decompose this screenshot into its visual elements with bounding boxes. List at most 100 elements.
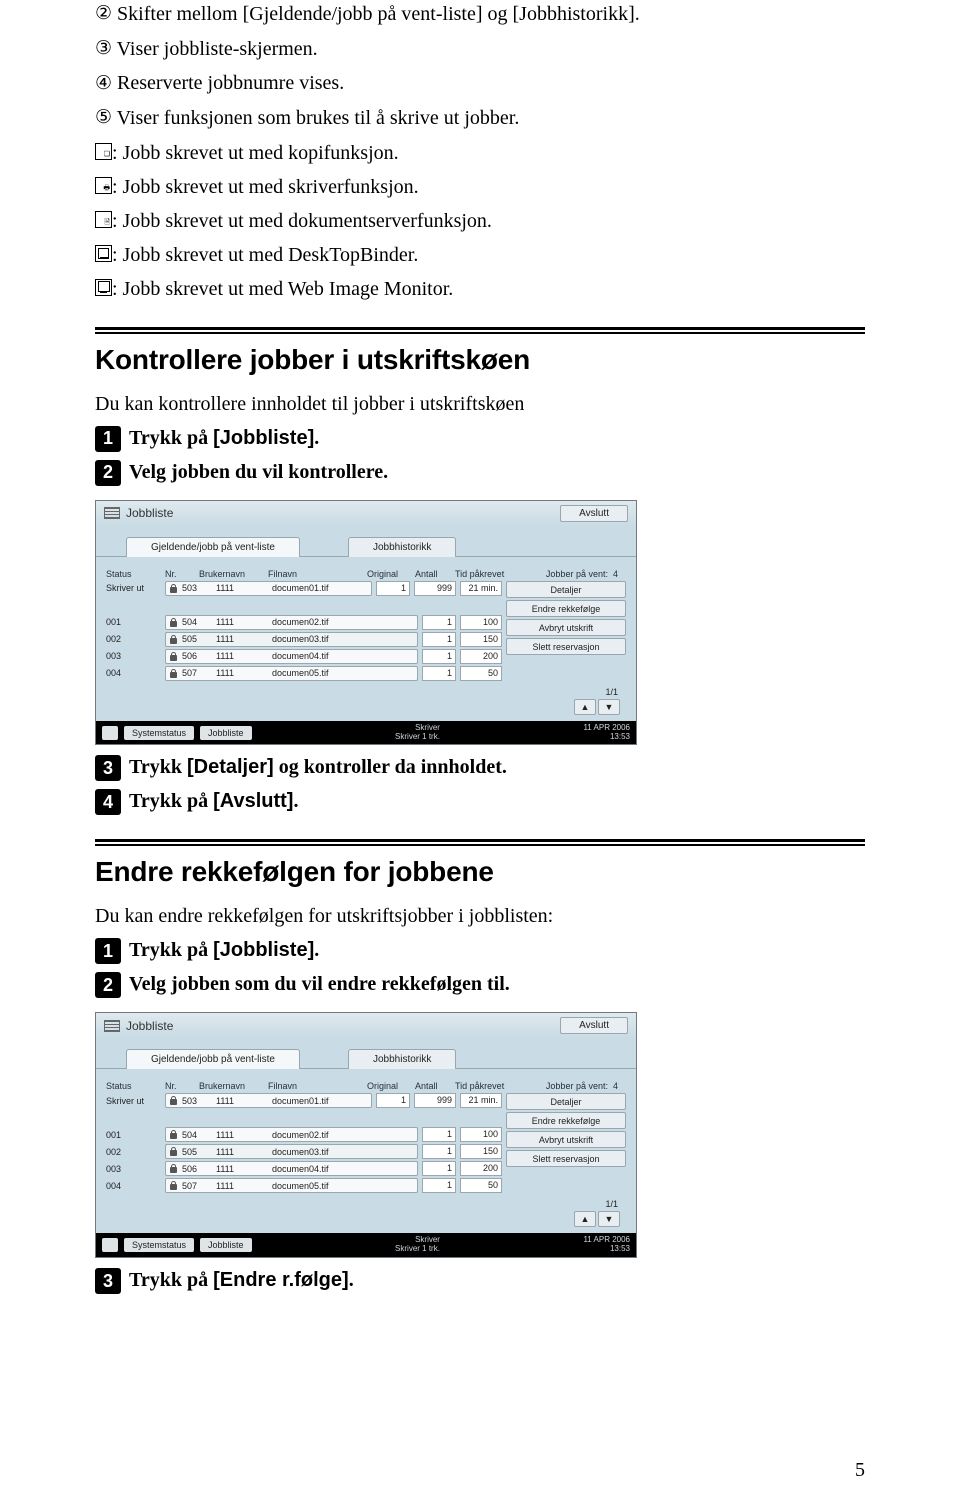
lock-icon — [169, 652, 178, 661]
menu-icon[interactable] — [104, 1020, 120, 1032]
table-row[interactable]: 0035061111documen04.tif1200 — [106, 649, 502, 664]
step-1: 1 Trykk på [Jobbliste]. — [95, 424, 865, 452]
systemstatus-button[interactable]: Systemstatus — [124, 1238, 194, 1252]
avbryt-utskrift-button[interactable]: Avbryt utskrift — [506, 1131, 626, 1148]
web-image-monitor-icon — [95, 279, 112, 296]
docserver-icon: 🗎 — [95, 211, 112, 228]
step-1b: 1 Trykk på [Jobbliste]. — [95, 936, 865, 964]
intro-line-2: ② Skifter mellom [Gjeldende/jobb på vent… — [95, 0, 865, 29]
section1-lead: Du kan kontrollere innholdet til jobber … — [95, 390, 865, 418]
pager-next-button[interactable]: ▼ — [598, 699, 620, 715]
pager-prev-button[interactable]: ▲ — [574, 1211, 596, 1227]
step-badge-2: 2 — [95, 460, 121, 486]
status-icon[interactable] — [102, 726, 118, 740]
menu-icon[interactable] — [104, 507, 120, 519]
circled-3-icon: ③ — [95, 36, 112, 63]
step-2: 2 Velg jobben du vil kontrollere. — [95, 458, 865, 486]
tab-gjeldende[interactable]: Gjeldende/jobb på vent-liste — [126, 537, 300, 557]
ref-detaljer: [Detaljer] — [187, 756, 274, 778]
table-row[interactable]: 0045071111documen05.tif150 — [106, 666, 502, 681]
status-icon[interactable] — [102, 1238, 118, 1252]
circled-2-icon: ② — [95, 1, 112, 28]
heading-endre: Endre rekkefølgen for jobbene — [95, 856, 865, 888]
printer-icon: 🖶 — [95, 177, 112, 194]
lock-icon — [169, 1164, 178, 1173]
table-row[interactable]: Skriver ut5031111documen01.tif199921 min… — [106, 581, 502, 596]
window-title: Jobbliste — [126, 1019, 173, 1033]
step-badge-4: 4 — [95, 789, 121, 815]
lock-icon — [169, 618, 178, 627]
step-3b: 3 Trykk på [Endre r.følge]. — [95, 1266, 865, 1294]
pager-label: 1/1 — [106, 1195, 626, 1211]
icon-line-copy: ❏: Jobb skrevet ut med kopifunksjon. — [95, 139, 865, 167]
link-jobbhistorikk: [Jobbhistorikk] — [513, 3, 635, 25]
pager-next-button[interactable]: ▼ — [598, 1211, 620, 1227]
detaljer-button[interactable]: Detaljer — [506, 1093, 626, 1110]
datetime: 11 APR 200613:53 — [583, 724, 630, 742]
slett-reservasjon-button[interactable]: Slett reservasjon — [506, 1150, 626, 1167]
slett-reservasjon-button[interactable]: Slett reservasjon — [506, 638, 626, 655]
tab-jobbhistorikk[interactable]: Jobbhistorikk — [348, 537, 456, 557]
step-4: 4 Trykk på [Avslutt]. — [95, 787, 865, 815]
desktopbinder-icon — [95, 245, 112, 262]
table-row[interactable]: 0045071111documen05.tif150 — [106, 1178, 502, 1193]
avbryt-utskrift-button[interactable]: Avbryt utskrift — [506, 619, 626, 636]
avslutt-button[interactable]: Avslutt — [560, 505, 628, 522]
icon-line-desktopbinder: : Jobb skrevet ut med DeskTopBinder. — [95, 241, 865, 269]
step-badge-2: 2 — [95, 972, 121, 998]
datetime: 11 APR 200613:53 — [583, 1236, 630, 1254]
avslutt-button[interactable]: Avslutt — [560, 1017, 628, 1034]
lock-icon — [169, 584, 178, 593]
table-row[interactable]: 0015041111documen02.tif1100 — [106, 615, 502, 630]
screenshot-jobbliste-2: Jobbliste Avslutt Gjeldende/jobb på vent… — [95, 1012, 865, 1258]
printer-status: SkriverSkriver 1 trk. — [395, 1236, 440, 1254]
step-badge-1: 1 — [95, 426, 121, 452]
circled-4-icon: ④ — [95, 71, 112, 98]
step-badge-3: 3 — [95, 755, 121, 781]
section-rule-thin — [95, 332, 865, 334]
heading-kontrollere: Kontrollere jobber i utskriftskøen — [95, 344, 865, 376]
printer-status: SkriverSkriver 1 trk. — [395, 724, 440, 742]
window-title: Jobbliste — [126, 506, 173, 520]
lock-icon — [169, 1181, 178, 1190]
link-gjeldende: [Gjeldende/jobb på vent-liste] — [243, 3, 483, 25]
table-row[interactable]: 0025051111documen03.tif1150 — [106, 1144, 502, 1159]
jobbliste-button[interactable]: Jobbliste — [200, 1238, 252, 1252]
ref-endre-rfolge: [Endre r.følge] — [213, 1269, 349, 1291]
screenshot-jobbliste-1: Jobbliste Avslutt Gjeldende/jobb på vent… — [95, 500, 865, 746]
section-rule — [95, 327, 865, 330]
table-row[interactable]: 0035061111documen04.tif1200 — [106, 1161, 502, 1176]
step-2b: 2 Velg jobben som du vil endre rekkefølg… — [95, 970, 865, 998]
lock-icon — [169, 1130, 178, 1139]
tab-jobbhistorikk[interactable]: Jobbhistorikk — [348, 1049, 456, 1069]
ref-jobbliste: [Jobbliste] — [213, 939, 314, 961]
tab-gjeldende[interactable]: Gjeldende/jobb på vent-liste — [126, 1049, 300, 1069]
endre-rekkefolge-button[interactable]: Endre rekkefølge — [506, 600, 626, 617]
intro-line-4: ④ Reserverte jobbnumre vises. — [95, 69, 865, 98]
section-rule — [95, 839, 865, 842]
icon-line-docserver: 🗎: Jobb skrevet ut med dokumentserverfun… — [95, 207, 865, 235]
jobbliste-button[interactable]: Jobbliste — [200, 726, 252, 740]
lock-icon — [169, 669, 178, 678]
intro-line-5: ⑤ Viser funksjonen som brukes til å skri… — [95, 104, 865, 133]
copy-icon: ❏ — [95, 143, 112, 160]
ref-avslutt: [Avslutt] — [213, 790, 293, 812]
endre-rekkefolge-button[interactable]: Endre rekkefølge — [506, 1112, 626, 1129]
detaljer-button[interactable]: Detaljer — [506, 581, 626, 598]
table-row[interactable]: 0015041111documen02.tif1100 — [106, 1127, 502, 1142]
step-badge-3: 3 — [95, 1268, 121, 1294]
intro-line-3: ③ Viser jobbliste-skjermen. — [95, 35, 865, 64]
systemstatus-button[interactable]: Systemstatus — [124, 726, 194, 740]
icon-line-webimage: : Jobb skrevet ut med Web Image Monitor. — [95, 275, 865, 303]
section-rule-thin — [95, 844, 865, 846]
lock-icon — [169, 1096, 178, 1105]
section2-lead: Du kan endre rekkefølgen for utskriftsjo… — [95, 902, 865, 930]
page-number: 5 — [855, 1459, 865, 1482]
table-header: Status Nr. Brukernavn Filnavn Original A… — [106, 1079, 626, 1093]
table-row[interactable]: 0025051111documen03.tif1150 — [106, 632, 502, 647]
table-row[interactable]: Skriver ut5031111documen01.tif199921 min… — [106, 1093, 502, 1108]
pager-prev-button[interactable]: ▲ — [574, 699, 596, 715]
ref-jobbliste: [Jobbliste] — [213, 427, 314, 449]
step-3: 3 Trykk [Detaljer] og kontroller da innh… — [95, 753, 865, 781]
circled-5-icon: ⑤ — [95, 105, 112, 132]
